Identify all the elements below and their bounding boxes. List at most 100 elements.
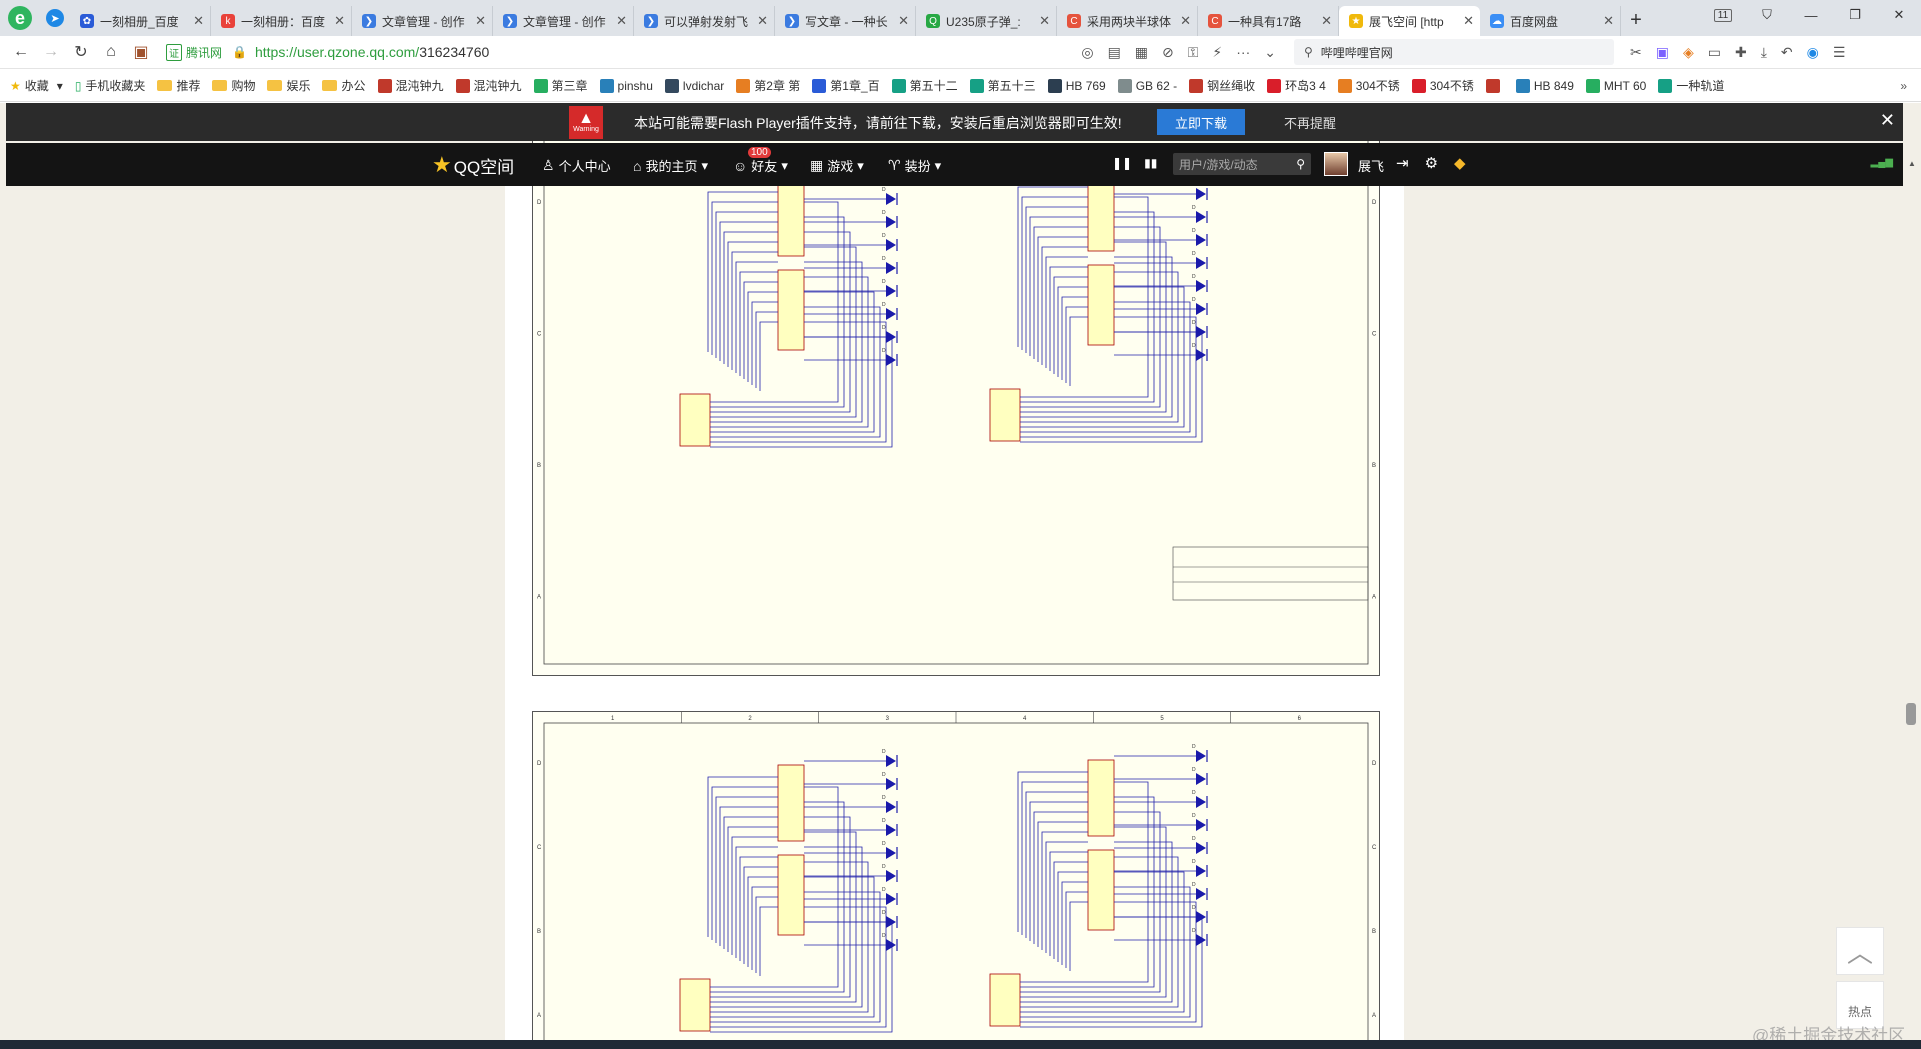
close-tab-icon[interactable]: ✕: [1180, 13, 1191, 29]
nav-friends[interactable]: ☺ 好友 ▾: [733, 156, 788, 175]
tab[interactable]: C 采用两块半球体 ✕: [1057, 6, 1198, 36]
bookmark-item[interactable]: 第1章_百: [812, 77, 880, 94]
nav-games[interactable]: ▦ 游戏 ▾: [810, 156, 864, 175]
tab[interactable]: Q U235原子弹_: ✕: [916, 6, 1057, 36]
sync-icon[interactable]: ◉: [1807, 44, 1819, 61]
close-tab-icon[interactable]: ✕: [1603, 13, 1614, 29]
tab[interactable]: ✿ 一刻相册_百度 ✕: [70, 6, 211, 36]
qzone-search-input[interactable]: 用户/游戏/动态 ⚲: [1173, 153, 1311, 175]
back-button[interactable]: ←: [6, 37, 36, 67]
pause-icon[interactable]: ❚❚: [1112, 156, 1132, 170]
nav-my-home[interactable]: ⌂ 我的主页 ▾: [633, 156, 708, 175]
bookmark-item[interactable]: 购物: [212, 77, 255, 94]
bookmark-item[interactable]: 第三章: [533, 77, 588, 94]
tab[interactable]: k 一刻相册：百度 ✕: [211, 6, 352, 36]
search-input[interactable]: ⚲ 哔哩哔哩官网: [1294, 39, 1614, 65]
download-now-button[interactable]: 立即下载: [1157, 109, 1245, 135]
undo-icon[interactable]: ↶: [1781, 44, 1793, 61]
bookmark-item[interactable]: GB 62 -: [1117, 77, 1177, 94]
gear-icon[interactable]: ⚙: [1425, 154, 1438, 172]
scrollbar-thumb[interactable]: [1906, 703, 1916, 725]
tab[interactable]: ☁ 百度网盘 ✕: [1480, 6, 1621, 36]
tab-count-button[interactable]: 11: [1701, 0, 1745, 30]
more-icon[interactable]: ···: [1236, 44, 1250, 61]
bookmark-item[interactable]: lvdichar: [664, 77, 724, 94]
close-window-button[interactable]: ✕: [1877, 0, 1921, 30]
tab[interactable]: C 一种具有17路 ✕: [1198, 6, 1339, 36]
bookmark-item[interactable]: 第2章 第: [736, 77, 800, 94]
forward-button[interactable]: →: [36, 37, 66, 67]
screen-icon[interactable]: ▭: [1708, 44, 1721, 61]
close-tab-icon[interactable]: ✕: [1039, 13, 1050, 29]
skin-icon[interactable]: ⛉: [1745, 0, 1789, 30]
chevron-down-icon[interactable]: ⌄: [1264, 44, 1276, 61]
logout-icon[interactable]: ⇥: [1396, 154, 1409, 172]
bookmark-item[interactable]: 304不锈: [1337, 77, 1400, 94]
bookmark-item[interactable]: 混沌钟九: [455, 77, 522, 94]
pinned-tab-icon[interactable]: ➤: [40, 0, 70, 36]
close-tab-icon[interactable]: ✕: [193, 13, 204, 29]
schematic-sheet[interactable]: 123456DDCCBBAADDDDDDDDDDDDDDDDDD: [532, 711, 1380, 1049]
close-tab-icon[interactable]: ✕: [757, 13, 768, 29]
user-name[interactable]: 展飞: [1358, 156, 1384, 175]
url-text[interactable]: https://user.qzone.qq.com/316234760: [255, 44, 489, 60]
gallery-icon[interactable]: ▦: [1135, 44, 1148, 61]
bookmark-item[interactable]: ▯ 手机收藏夹: [75, 77, 146, 94]
tab[interactable]: ❯ 文章管理 - 创作 ✕: [352, 6, 493, 36]
reload-button[interactable]: ↻: [66, 37, 96, 67]
bookmark-item[interactable]: 第五十二: [891, 77, 958, 94]
extensions-icon[interactable]: ✚: [1735, 44, 1747, 61]
tab[interactable]: ❯ 文章管理 - 创作 ✕: [493, 6, 634, 36]
bookmark-item[interactable]: 办公: [322, 77, 366, 94]
close-tab-icon[interactable]: ✕: [616, 13, 627, 29]
bookmark-item[interactable]: 推荐: [157, 77, 200, 94]
bookmark-item[interactable]: 混沌钟九: [377, 77, 444, 94]
bookmark-item[interactable]: MHT 60: [1585, 77, 1646, 94]
browser-logo-icon[interactable]: e: [0, 0, 40, 36]
scissors-icon[interactable]: ✂: [1630, 44, 1642, 61]
close-tab-icon[interactable]: ✕: [898, 13, 909, 29]
chevron-down-icon[interactable]: ▾: [57, 79, 63, 93]
close-tab-icon[interactable]: ✕: [1463, 13, 1474, 29]
url-box[interactable]: 证腾讯网 🔒 https://user.qzone.qq.com/3162347…: [166, 39, 1286, 65]
maximize-button[interactable]: ❐: [1833, 0, 1877, 30]
menu-icon[interactable]: ☰: [1833, 44, 1846, 61]
block-icon[interactable]: ⊘: [1162, 44, 1174, 61]
close-tab-icon[interactable]: ✕: [334, 13, 345, 29]
bars-icon[interactable]: ▮▮: [1144, 156, 1157, 170]
target-icon[interactable]: ◎: [1081, 44, 1093, 61]
back-to-top-button[interactable]: ︿: [1836, 927, 1884, 975]
close-tab-icon[interactable]: ✕: [475, 13, 486, 29]
new-tab-button[interactable]: +: [1621, 9, 1651, 32]
close-tab-icon[interactable]: ✕: [1321, 13, 1332, 29]
close-icon[interactable]: ✕: [1880, 110, 1895, 131]
diamond-icon[interactable]: ◆: [1454, 154, 1466, 172]
nav-personal-center[interactable]: ♙ 个人中心: [542, 156, 611, 175]
lightning-icon[interactable]: ⚡: [1212, 44, 1222, 61]
tab[interactable]: ❯ 写文章 - 一种长 ✕: [775, 6, 916, 36]
bookmark-item[interactable]: ★ 收藏 ▾: [10, 77, 63, 94]
translate-icon[interactable]: ▣: [1656, 44, 1669, 61]
image-icon[interactable]: ▤: [1108, 44, 1121, 61]
bookmark-item[interactable]: 娱乐: [267, 77, 310, 94]
home-button[interactable]: ⌂: [96, 37, 126, 67]
nav-dressup[interactable]: ♈ 装扮 ▾: [888, 156, 941, 175]
toolbox-icon[interactable]: ▣: [126, 37, 156, 67]
bookmark-item[interactable]: HB 769: [1047, 77, 1106, 94]
certificate-badge[interactable]: 证腾讯网: [166, 43, 222, 61]
bookmark-item[interactable]: 一种轨道: [1658, 77, 1724, 94]
tab[interactable]: ❯ 可以弹射发射飞 ✕: [634, 6, 775, 36]
bookmark-item[interactable]: pinshu: [599, 77, 653, 94]
avatar[interactable]: [1324, 152, 1348, 176]
bookmark-item[interactable]: 第五十三: [969, 77, 1036, 94]
tab[interactable]: ★ 展飞空间 [http ✕: [1339, 6, 1480, 36]
bookmarks-more-icon[interactable]: »: [1900, 79, 1921, 93]
bookmark-item[interactable]: 钢丝绳收: [1189, 77, 1255, 94]
bookmark-item[interactable]: 304不锈: [1411, 77, 1474, 94]
bookmark-item[interactable]: [1485, 77, 1504, 94]
game-icon[interactable]: ◈: [1683, 44, 1694, 61]
dont-remind-link[interactable]: 不再提醒: [1284, 113, 1336, 132]
bookmark-item[interactable]: 环岛3 4: [1267, 77, 1326, 94]
schematic-sheet[interactable]: 123456DDCCBBAADDDDDDDDDDDDDDDDDD: [532, 126, 1380, 676]
minimize-button[interactable]: —: [1789, 0, 1833, 30]
